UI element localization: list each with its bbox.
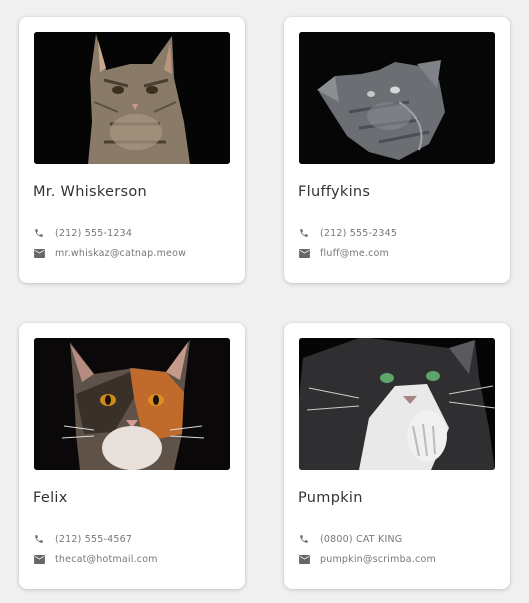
- contact-email-row: thecat@hotmail.com: [33, 552, 158, 566]
- contact-phone: (212) 555-4567: [55, 533, 133, 545]
- contact-name: Fluffykins: [298, 184, 371, 200]
- cat-photo-gray: [299, 32, 495, 164]
- contact-phone-row: (0800) CAT KING: [298, 532, 402, 546]
- contact-card[interactable]: Fluffykins (212) 555-2345 fluff@me.com: [284, 17, 510, 283]
- contact-card[interactable]: Mr. Whiskerson (212) 555-1234 mr.whiskaz…: [19, 17, 245, 283]
- contact-phone-row: (212) 555-2345: [298, 226, 397, 240]
- contact-email-row: fluff@me.com: [298, 246, 389, 260]
- email-icon: [33, 553, 45, 565]
- contact-phone: (212) 555-1234: [55, 227, 133, 239]
- cat-photo-tabby: [34, 32, 230, 164]
- contact-grid: Mr. Whiskerson (212) 555-1234 mr.whiskaz…: [0, 0, 529, 603]
- email-icon: [33, 247, 45, 259]
- contact-card[interactable]: Pumpkin (0800) CAT KING pumpkin@scrimba.…: [284, 323, 510, 589]
- email-icon: [298, 553, 310, 565]
- phone-icon: [33, 533, 45, 545]
- phone-icon: [298, 227, 310, 239]
- contact-phone-row: (212) 555-1234: [33, 226, 132, 240]
- cat-photo-tuxedo: [299, 338, 495, 470]
- contact-email-row: pumpkin@scrimba.com: [298, 552, 436, 566]
- contact-phone-row: (212) 555-4567: [33, 532, 132, 546]
- contact-email[interactable]: pumpkin@scrimba.com: [320, 554, 436, 565]
- contact-phone: (0800) CAT KING: [320, 533, 403, 545]
- contact-email[interactable]: thecat@hotmail.com: [55, 554, 158, 565]
- email-icon: [298, 247, 310, 259]
- contact-card[interactable]: Felix (212) 555-4567 thecat@hotmail.com: [19, 323, 245, 589]
- contact-email[interactable]: fluff@me.com: [320, 248, 389, 259]
- phone-icon: [33, 227, 45, 239]
- contact-name: Pumpkin: [298, 490, 363, 506]
- cat-photo-calico: [34, 338, 230, 470]
- contact-name: Mr. Whiskerson: [33, 184, 148, 200]
- contact-name: Felix: [33, 490, 68, 506]
- contact-email[interactable]: mr.whiskaz@catnap.meow: [55, 248, 186, 259]
- contact-phone: (212) 555-2345: [320, 227, 398, 239]
- contact-email-row: mr.whiskaz@catnap.meow: [33, 246, 186, 260]
- phone-icon: [298, 533, 310, 545]
